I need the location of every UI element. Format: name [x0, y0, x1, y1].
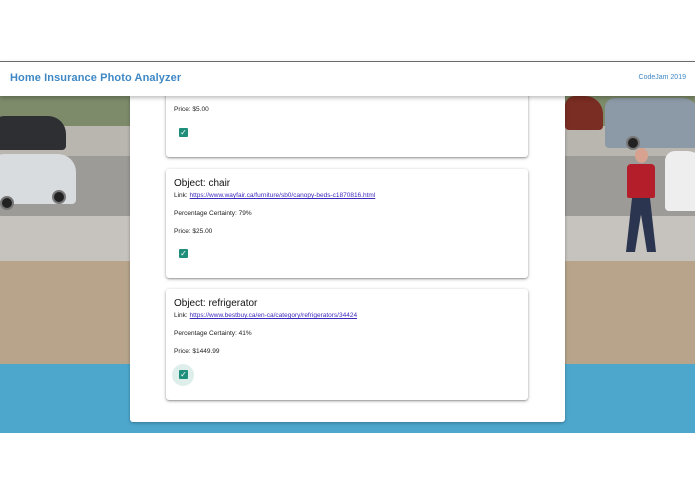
include-checkbox[interactable]: ✓ [179, 249, 188, 258]
bg-person-shirt [627, 164, 655, 198]
certainty-text: Percentage Certainty: 79% [174, 210, 252, 217]
link-label: Link: [174, 192, 188, 199]
bottom-blank-area [0, 433, 695, 494]
product-link[interactable]: https://www.bestbuy.ca/en-ca/category/re… [190, 312, 358, 319]
app-title: Home Insurance Photo Analyzer [10, 72, 182, 84]
object-title: Object: chair [174, 178, 231, 189]
price-text: Price: $5.00 [174, 106, 209, 113]
check-icon: ✓ [180, 370, 187, 379]
product-link[interactable]: https://www.wayfair.ca/furniture/sb0/can… [190, 192, 376, 199]
include-checkbox[interactable]: ✓ [179, 128, 188, 137]
link-label: Link: [174, 312, 188, 319]
result-card: Object: chair Link: https://www.wayfair.… [166, 169, 528, 278]
result-card: Price: $5.00 ✓ [166, 90, 528, 157]
include-checkbox[interactable]: ✓ [179, 370, 188, 379]
bg-car-wheel [0, 196, 14, 210]
check-icon: ✓ [180, 249, 187, 258]
header-credit: CodeJam 2019 [638, 74, 686, 81]
bg-car-dark [0, 116, 66, 150]
result-card: Object: refrigerator Link: https://www.b… [166, 289, 528, 400]
bg-car-wheel [52, 190, 66, 204]
app-header: Home Insurance Photo Analyzer CodeJam 20… [0, 61, 695, 96]
check-icon: ✓ [180, 128, 187, 137]
results-panel[interactable]: Price: $5.00 ✓ Object: chair Link: https… [130, 90, 565, 422]
bg-car-grey [605, 98, 695, 148]
bg-car-white-right [665, 151, 695, 211]
price-text: Price: $25.00 [174, 228, 213, 235]
bg-car-red [565, 96, 603, 130]
top-blank-area [0, 0, 695, 61]
certainty-text: Percentage Certainty: 41% [174, 330, 252, 337]
object-title: Object: refrigerator [174, 298, 258, 309]
price-text: Price: $1449.99 [174, 348, 220, 355]
link-row: Link: https://www.bestbuy.ca/en-ca/categ… [174, 312, 357, 319]
bg-person-head [635, 148, 648, 163]
link-row: Link: https://www.wayfair.ca/furniture/s… [174, 192, 375, 199]
